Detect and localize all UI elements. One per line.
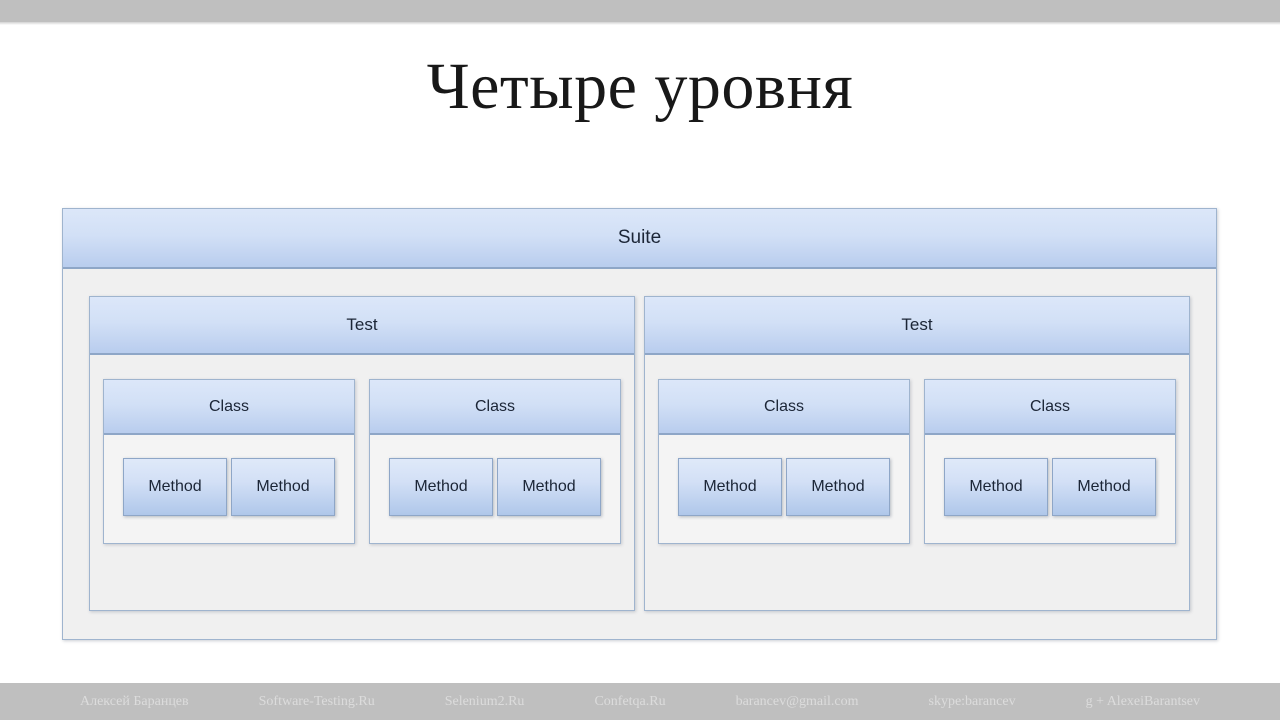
method-box: Method	[123, 458, 227, 516]
class-container: Class Method Method	[658, 379, 910, 544]
footer-credits: Алексей Баранцев Software-Testing.Ru Sel…	[80, 694, 1200, 710]
method-box: Method	[678, 458, 782, 516]
test-container: Test Class Method Method Class Method Me…	[644, 296, 1190, 611]
test-body: Class Method Method Class Method Method	[90, 355, 634, 570]
class-body: Method Method	[659, 435, 909, 543]
footer-site-software-testing: Software-Testing.Ru	[258, 693, 375, 709]
footer-google-plus: g + AlexeiBarantsev	[1085, 693, 1200, 709]
test-header: Test	[645, 297, 1189, 355]
test-header: Test	[90, 297, 634, 355]
top-gray-band	[0, 0, 1280, 22]
method-box: Method	[1052, 458, 1156, 516]
method-box: Method	[231, 458, 335, 516]
class-container: Class Method Method	[369, 379, 621, 544]
method-box: Method	[786, 458, 890, 516]
class-container: Class Method Method	[924, 379, 1176, 544]
method-box: Method	[497, 458, 601, 516]
class-body: Method Method	[925, 435, 1175, 543]
method-box: Method	[389, 458, 493, 516]
class-body: Method Method	[370, 435, 620, 543]
footer-site-confetqa: Confetqa.Ru	[594, 693, 666, 709]
class-header: Class	[104, 380, 354, 435]
class-body: Method Method	[104, 435, 354, 543]
footer-email: barancev@gmail.com	[735, 693, 859, 709]
suite-container: Suite Test Class Method Method Class Met…	[62, 208, 1217, 640]
class-container: Class Method Method	[103, 379, 355, 544]
suite-body: Test Class Method Method Class Method Me…	[63, 271, 1216, 639]
footer-site-selenium2: Selenium2.Ru	[444, 693, 525, 709]
test-container: Test Class Method Method Class Method Me…	[89, 296, 635, 611]
method-box: Method	[944, 458, 1048, 516]
page-title: Четыре уровня	[426, 50, 854, 123]
suite-header: Suite	[63, 209, 1216, 269]
footer-band: Алексей Баранцев Software-Testing.Ru Sel…	[0, 683, 1280, 720]
top-band-shadow	[0, 22, 1280, 25]
class-header: Class	[659, 380, 909, 435]
test-body: Class Method Method Class Method Method	[645, 355, 1189, 570]
footer-author: Алексей Баранцев	[80, 693, 189, 709]
class-header: Class	[370, 380, 620, 435]
slide: Четыре уровня Suite Test Class Method Me…	[0, 0, 1280, 720]
footer-skype: skype:barancev	[928, 693, 1016, 709]
class-header: Class	[925, 380, 1175, 435]
